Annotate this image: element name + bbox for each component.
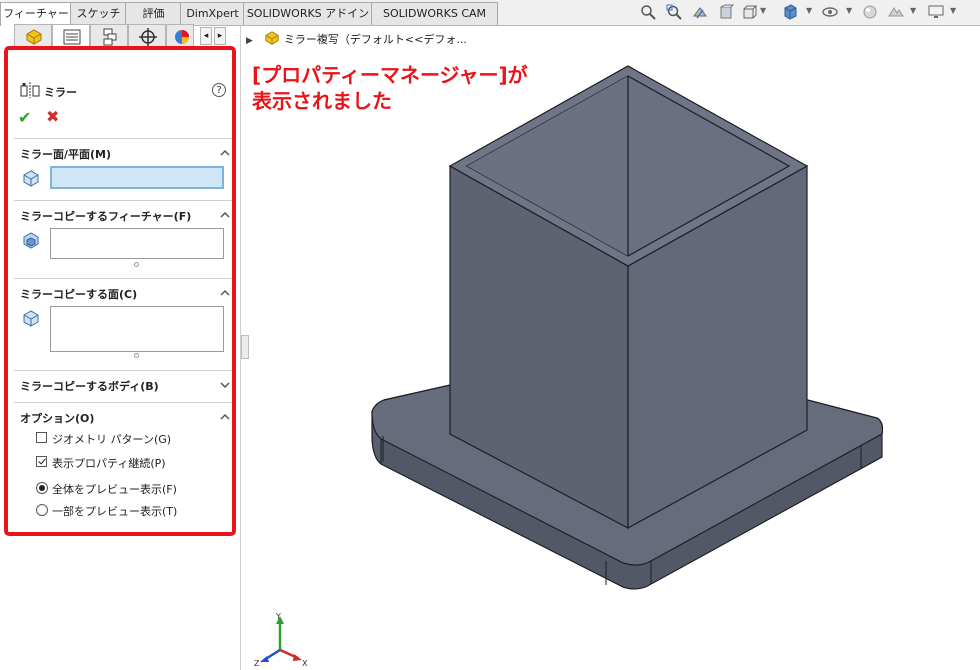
cancel-button[interactable]: ✖ — [46, 107, 59, 126]
bodies-to-mirror-section-title[interactable]: ミラーコピーするボディ(B) — [20, 378, 159, 394]
model-render — [371, 65, 884, 590]
dimxpert-manager-tab[interactable] — [128, 24, 166, 48]
part-icon — [26, 29, 42, 45]
face-plane-icon — [23, 170, 39, 187]
callout-line-1: [プロパティーマネージャー]が — [252, 63, 528, 87]
full-preview-option[interactable]: 全体をプレビュー表示(F) — [36, 481, 177, 497]
previous-view-icon[interactable] — [692, 4, 708, 20]
feature-selection-icon — [23, 232, 39, 249]
callout-annotation: [プロパティーマネージャー]が 表示されました — [252, 62, 612, 114]
divider — [14, 278, 234, 279]
color-wheel-icon — [175, 30, 189, 44]
property-manager-title: ミラー — [44, 86, 77, 99]
faces-to-mirror-section-title[interactable]: ミラーコピーする面(C) — [20, 286, 137, 302]
apply-scene-icon[interactable] — [888, 4, 904, 20]
reference-triad: Y X Z — [254, 612, 308, 668]
feature-manager-tab[interactable] — [14, 24, 52, 48]
tab-evaluate[interactable]: 評価 — [125, 2, 182, 25]
geometry-pattern-label: ジオメトリ パターン(G) — [52, 433, 172, 446]
zoom-to-fit-icon[interactable] — [640, 4, 656, 20]
chevron-down-icon[interactable]: ▼ — [846, 6, 852, 15]
propagate-visual-properties-checkbox[interactable] — [36, 456, 47, 467]
propagate-visual-properties-option[interactable]: 表示プロパティ継続(P) — [36, 455, 166, 471]
tab-dimxpert[interactable]: DimXpert — [180, 2, 245, 25]
chevron-down-icon[interactable]: ▼ — [910, 6, 916, 15]
flyout-feature-tree[interactable]: ▶ ミラー複写（デフォルト<<デフォ... — [246, 30, 467, 47]
full-preview-radio[interactable] — [36, 482, 48, 494]
face-selection-icon — [23, 310, 39, 327]
axis-label-x: X — [302, 659, 308, 668]
hide-show-icon[interactable] — [822, 4, 838, 20]
expand-arrow-icon[interactable]: ▶ — [246, 36, 253, 46]
manager-tabs: ◂ ▸ — [14, 24, 234, 48]
divider — [14, 402, 234, 403]
configuration-icon — [103, 28, 117, 46]
ok-button[interactable]: ✔ — [18, 108, 31, 127]
mirror-plane-selection-box[interactable] — [50, 166, 224, 189]
command-manager-tabbar: フィーチャー スケッチ 評価 DimXpert SOLIDWORKS アドイン … — [0, 0, 980, 26]
configuration-manager-tab[interactable] — [90, 24, 128, 48]
faces-selection-box[interactable] — [50, 306, 224, 352]
help-button[interactable]: ? — [212, 83, 226, 97]
feature-tree-part-label: ミラー複写（デフォルト<<デフォ... — [283, 33, 467, 46]
divider — [14, 138, 234, 139]
partial-preview-option[interactable]: 一部をプレビュー表示(T) — [36, 503, 177, 519]
chevron-up-icon[interactable] — [220, 148, 230, 158]
tab-solidworks-cam[interactable]: SOLIDWORKS CAM — [371, 2, 498, 25]
partial-preview-radio[interactable] — [36, 504, 48, 516]
property-list-icon — [63, 29, 81, 45]
display-style-icon[interactable] — [782, 4, 798, 20]
section-view-icon[interactable] — [718, 4, 734, 20]
geometry-pattern-checkbox[interactable] — [36, 432, 47, 443]
chevron-down-icon[interactable] — [220, 380, 230, 390]
propagate-visual-properties-label: 表示プロパティ継続(P) — [52, 457, 166, 470]
edit-appearance-icon[interactable] — [862, 4, 878, 20]
geometry-pattern-option[interactable]: ジオメトリ パターン(G) — [36, 431, 171, 447]
selection-box-resize-grip[interactable] — [134, 262, 139, 267]
full-preview-label: 全体をプレビュー表示(F) — [52, 483, 177, 496]
part-icon — [265, 31, 280, 45]
crosshair-icon — [139, 28, 157, 46]
features-selection-box[interactable] — [50, 228, 224, 259]
chevron-down-icon[interactable]: ▼ — [760, 6, 766, 15]
tab-features[interactable]: フィーチャー — [0, 2, 72, 26]
mirror-plane-section-title[interactable]: ミラー面/平面(M) — [20, 146, 111, 162]
tab-solidworks-addins[interactable]: SOLIDWORKS アドイン — [243, 2, 373, 25]
divider — [14, 370, 234, 371]
zoom-area-icon[interactable] — [666, 4, 682, 20]
divider — [14, 200, 234, 201]
selection-box-resize-grip[interactable] — [134, 353, 139, 358]
chevron-down-icon[interactable]: ▼ — [806, 6, 812, 15]
tab-scroll-right-button[interactable]: ▸ — [214, 27, 226, 45]
axis-label-y: Y — [275, 612, 281, 621]
features-to-mirror-section-title[interactable]: ミラーコピーするフィーチャー(F) — [20, 208, 191, 224]
chevron-up-icon[interactable] — [220, 412, 230, 422]
chevron-down-icon[interactable]: ▼ — [950, 6, 956, 15]
graphics-area[interactable] — [241, 26, 980, 670]
property-manager-tab[interactable] — [52, 24, 90, 48]
view-settings-icon[interactable] — [928, 4, 944, 20]
callout-line-2: 表示されました — [252, 89, 392, 113]
chevron-up-icon[interactable] — [220, 288, 230, 298]
partial-preview-label: 一部をプレビュー表示(T) — [52, 505, 178, 518]
options-section-title[interactable]: オプション(O) — [20, 410, 94, 426]
tab-scroll-left-button[interactable]: ◂ — [200, 27, 212, 45]
display-manager-tab[interactable] — [166, 24, 194, 48]
view-orientation-icon[interactable] — [742, 4, 758, 20]
panel-collapse-handle[interactable] — [241, 335, 249, 359]
chevron-up-icon[interactable] — [220, 210, 230, 220]
axis-label-z: Z — [254, 659, 260, 668]
mirror-feature-icon — [20, 82, 40, 98]
tab-sketch[interactable]: スケッチ — [70, 2, 127, 25]
